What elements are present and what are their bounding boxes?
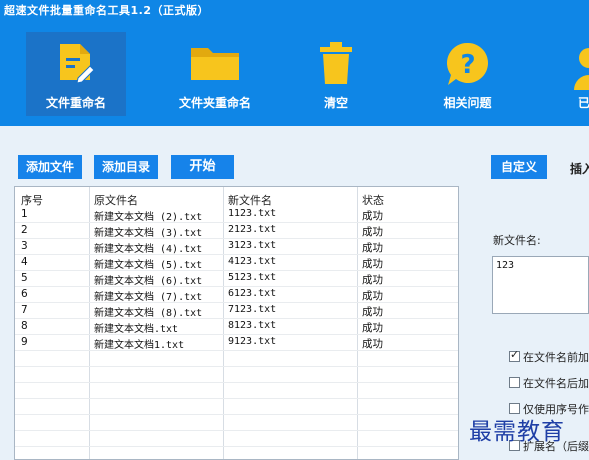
row-divider (15, 366, 458, 367)
cell-index: 3 (21, 240, 28, 252)
cell-original-name: 新建文本文档 (2).txt (94, 212, 203, 223)
cell-new-name: 9123.txt (228, 336, 277, 347)
svg-text:?: ? (460, 50, 475, 80)
nav-folder-rename[interactable]: 文件夹重命名 (165, 32, 265, 116)
cell-status: 成功 (362, 242, 383, 254)
cell-new-name: 8123.txt (228, 320, 277, 331)
start-button[interactable]: 开始 (171, 155, 234, 179)
cell-status: 成功 (362, 274, 383, 286)
cell-new-name: 7123.txt (228, 304, 277, 315)
cell-index: 5 (21, 272, 28, 284)
cell-new-name: 6123.txt (228, 288, 277, 299)
cell-original-name: 新建文本文档.txt (94, 324, 179, 335)
cell-status: 成功 (362, 306, 383, 318)
cell-index: 7 (21, 304, 28, 316)
row-divider (15, 414, 458, 415)
cell-new-name: 5123.txt (228, 272, 277, 283)
header-index[interactable]: 序号 (21, 192, 43, 208)
table-row[interactable]: 3 新建文本文档 (4).txt 3123.txt 成功 (15, 239, 458, 255)
cell-index: 6 (21, 288, 28, 300)
app-title: 超速文件批量重命名工具1.2（正式版） (4, 4, 209, 17)
cell-status: 成功 (362, 338, 383, 350)
table-row[interactable]: 7 新建文本文档 (8).txt 7123.txt 成功 (15, 303, 458, 319)
cell-original-name: 新建文本文档 (5).txt (94, 260, 203, 271)
row-divider (15, 382, 458, 383)
file-table[interactable]: 序号 原文件名 新文件名 状态 1 新建文本文档 (2).txt 1123.txt 成… (14, 186, 459, 460)
file-edit-icon (60, 44, 95, 84)
header-new-name[interactable]: 新文件名 (228, 192, 272, 208)
before-checkbox[interactable] (509, 348, 520, 362)
nav-clear[interactable]: 清空 (296, 32, 376, 116)
nav-file-rename[interactable]: 文件重命名 (26, 32, 126, 116)
table-row[interactable]: 6 新建文本文档 (7).txt 6123.txt 成功 (15, 287, 458, 303)
tab-insert[interactable]: 插入 (570, 160, 589, 177)
help-bubble-icon: ? (446, 42, 488, 85)
cell-index: 9 (21, 336, 28, 348)
header-original-name[interactable]: 原文件名 (94, 192, 138, 208)
cell-index: 1 (21, 208, 28, 220)
row-divider (15, 446, 458, 447)
top-banner: 超速文件批量重命名工具1.2（正式版） 文件重命名 文件夹重命名 清空 ? 相关… (0, 0, 589, 126)
nav-help[interactable]: ? 相关问题 (420, 32, 515, 116)
cell-status: 成功 (362, 226, 383, 238)
row-divider (15, 398, 458, 399)
add-file-button[interactable]: 添加文件 (18, 155, 82, 179)
table-row[interactable]: 4 新建文本文档 (5).txt 4123.txt 成功 (15, 255, 458, 271)
cell-original-name: 新建文本文档1.txt (94, 340, 185, 351)
nav-label: 相关问题 (443, 96, 492, 110)
row-divider (15, 430, 458, 431)
cell-status: 成功 (362, 210, 383, 222)
new-name-input[interactable]: 123 (492, 256, 589, 314)
tab-custom[interactable]: 自定义 (491, 155, 547, 179)
header-status[interactable]: 状态 (362, 192, 384, 208)
after-checkbox[interactable] (509, 377, 520, 388)
folder-icon (191, 48, 239, 80)
cell-index: 2 (21, 224, 28, 236)
add-dir-button[interactable]: 添加目录 (94, 155, 158, 179)
nav-label: 文件夹重命名 (178, 96, 251, 110)
cell-index: 8 (21, 320, 28, 332)
nav-label: 已 (578, 96, 589, 110)
nav-more[interactable]: 已 (560, 32, 589, 116)
user-icon (574, 48, 589, 90)
after-option-label: 在文件名后加 (523, 377, 589, 390)
table-row[interactable]: 5 新建文本文档 (6).txt 5123.txt 成功 (15, 271, 458, 287)
table-row[interactable]: 1 新建文本文档 (2).txt 1123.txt 成功 (15, 207, 458, 223)
cell-original-name: 新建文本文档 (3).txt (94, 228, 203, 239)
cell-original-name: 新建文本文档 (4).txt (94, 244, 203, 255)
table-row[interactable]: 9 新建文本文档1.txt 9123.txt 成功 (15, 335, 458, 351)
cell-status: 成功 (362, 322, 383, 334)
table-row[interactable]: 2 新建文本文档 (3).txt 2123.txt 成功 (15, 223, 458, 239)
cell-new-name: 4123.txt (228, 256, 277, 267)
cell-new-name: 3123.txt (228, 240, 277, 251)
new-name-label: 新文件名: (493, 234, 541, 247)
cell-original-name: 新建文本文档 (8).txt (94, 308, 203, 319)
cell-original-name: 新建文本文档 (6).txt (94, 276, 203, 287)
cell-index: 4 (21, 256, 28, 268)
trash-icon (320, 42, 352, 84)
watermark-text: 最需教育 (469, 419, 565, 445)
table-row[interactable]: 8 新建文本文档.txt 8123.txt 成功 (15, 319, 458, 335)
before-option-label: 在文件名前加 (523, 351, 589, 364)
table-header: 序号 原文件名 新文件名 状态 (15, 187, 458, 207)
cell-new-name: 2123.txt (228, 224, 277, 235)
cell-original-name: 新建文本文档 (7).txt (94, 292, 203, 303)
cell-status: 成功 (362, 290, 383, 302)
cell-new-name: 1123.txt (228, 208, 277, 219)
nav-label: 文件重命名 (45, 96, 106, 110)
cell-status: 成功 (362, 258, 383, 270)
nav-label: 清空 (323, 96, 348, 110)
